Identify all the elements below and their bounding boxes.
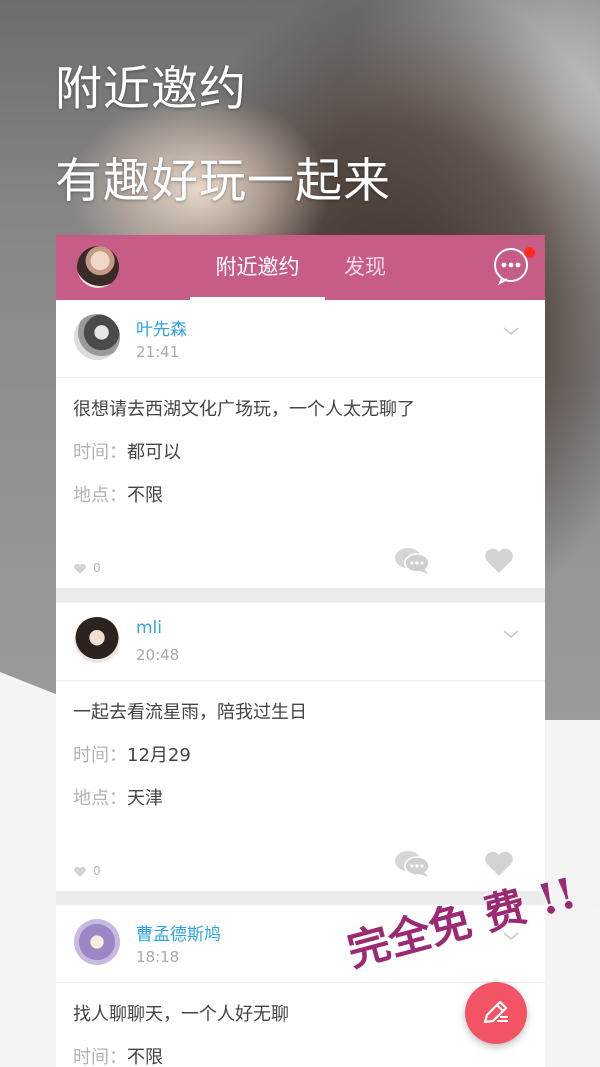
post-body: 很想请去西湖文化广场玩，一个人太无聊了 时间：都可以 地点：不限 <box>56 388 545 517</box>
comment-icon[interactable] <box>394 547 430 575</box>
pencil-icon <box>483 1000 508 1024</box>
avatar[interactable] <box>74 617 120 663</box>
time-label: 时间： <box>73 1047 127 1067</box>
avatar[interactable] <box>74 314 120 360</box>
post-header: mli 20:48 <box>56 603 545 681</box>
place-label: 地点： <box>73 788 127 809</box>
comment-icon[interactable] <box>394 850 430 878</box>
post-card[interactable]: mli 20:48 一起去看流星雨，陪我过生日 时间：12月29 地点：天津 0 <box>56 603 545 891</box>
chevron-down-icon[interactable] <box>502 322 520 340</box>
username[interactable]: mli <box>136 618 162 638</box>
tab-nearby-invites[interactable]: 附近邀约 <box>190 235 325 300</box>
place-value: 不限 <box>127 485 163 506</box>
like-count-value: 0 <box>93 864 101 878</box>
post-time: 20:48 <box>136 646 180 664</box>
time-value: 都可以 <box>127 442 181 463</box>
like-count-value: 0 <box>93 561 101 575</box>
place-value: 天津 <box>127 788 163 809</box>
post-time: 18:18 <box>136 948 180 966</box>
post-footer: 0 <box>56 820 545 890</box>
post-card[interactable]: 叶先森 21:41 很想请去西湖文化广场玩，一个人太无聊了 时间：都可以 地点：… <box>56 300 545 588</box>
username[interactable]: 叶先森 <box>136 315 187 340</box>
post-place-row: 地点：天津 <box>73 777 528 820</box>
notification-dot <box>524 247 535 258</box>
chevron-down-icon[interactable] <box>502 625 520 643</box>
like-count: 0 <box>73 561 101 575</box>
heart-icon[interactable] <box>484 548 514 574</box>
small-heart-icon <box>74 866 86 877</box>
post-content: 很想请去西湖文化广场玩，一个人太无聊了 <box>73 399 415 420</box>
headline-line-1: 附近邀约 <box>55 62 247 117</box>
username[interactable]: 曹孟德斯鸠 <box>136 920 221 945</box>
app-bar: 附近邀约 发现 <box>56 235 545 300</box>
post-content: 一起去看流星雨，陪我过生日 <box>73 702 307 723</box>
post-time-row: 时间：都可以 <box>73 431 528 474</box>
post-time-row: 时间：不限 <box>73 1036 528 1067</box>
avatar[interactable] <box>74 919 120 965</box>
time-value: 不限 <box>127 1047 163 1067</box>
headline-line-2: 有趣好玩一起来 <box>55 154 391 209</box>
time-label: 时间： <box>73 745 127 766</box>
time-label: 时间： <box>73 442 127 463</box>
time-value: 12月29 <box>127 745 191 766</box>
post-time-row: 时间：12月29 <box>73 734 528 777</box>
post-time: 21:41 <box>136 343 180 361</box>
place-label: 地点： <box>73 485 127 506</box>
like-count: 0 <box>73 864 101 878</box>
post-body: 一起去看流星雨，陪我过生日 时间：12月29 地点：天津 <box>56 691 545 820</box>
post-place-row: 地点：不限 <box>73 474 528 517</box>
post-footer: 0 <box>56 517 545 587</box>
tab-discover[interactable]: 发现 <box>344 235 386 300</box>
profile-avatar[interactable] <box>77 246 119 288</box>
post-content: 找人聊聊天，一个人好无聊 <box>73 1004 289 1025</box>
post-header: 叶先森 21:41 <box>56 300 545 378</box>
compose-button[interactable] <box>465 982 527 1044</box>
heart-icon[interactable] <box>484 851 514 877</box>
small-heart-icon <box>74 563 86 574</box>
